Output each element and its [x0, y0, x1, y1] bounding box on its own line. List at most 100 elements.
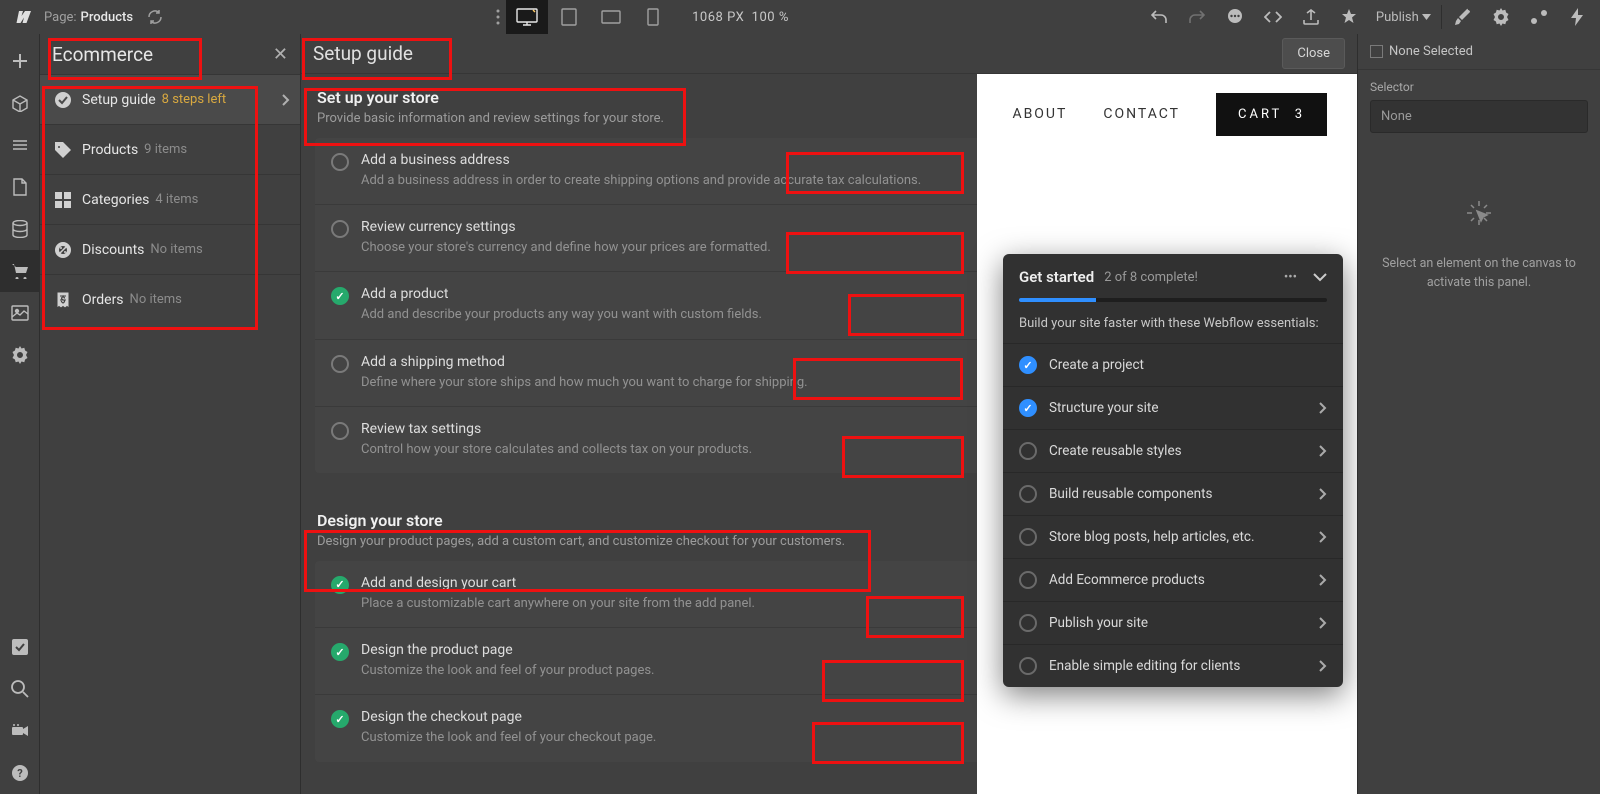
gs-item[interactable]: Create a project	[1003, 343, 1343, 386]
undo-icon[interactable]	[1140, 0, 1178, 34]
gear-icon[interactable]	[1482, 0, 1520, 34]
svg-text:$: $	[60, 295, 65, 306]
canvas-width-display[interactable]: 1068 PX 100 %	[692, 10, 789, 25]
assets-icon[interactable]	[0, 292, 40, 334]
device-toggle-group	[506, 0, 674, 34]
radio-empty-icon	[1019, 571, 1037, 589]
nav-item-orders[interactable]: $ Orders No items	[40, 274, 300, 324]
chevron-right-icon	[282, 94, 290, 106]
comments-icon[interactable]	[1216, 0, 1254, 34]
sync-icon[interactable]	[147, 9, 163, 25]
radio-empty-icon	[1019, 657, 1037, 675]
check-circle-icon	[331, 643, 349, 661]
redo-icon[interactable]	[1178, 0, 1216, 34]
page-label: Page:	[44, 10, 77, 25]
settings-gear-icon[interactable]	[0, 334, 40, 376]
page-name[interactable]: Products	[81, 10, 133, 25]
gs-subtitle: 2 of 8 complete!	[1104, 270, 1274, 285]
radio-empty-icon	[331, 355, 349, 373]
chevron-right-icon	[1319, 660, 1327, 672]
webflow-logo-icon[interactable]	[4, 0, 38, 34]
nav-item-setup-guide[interactable]: Setup guide 8 steps left	[40, 74, 300, 124]
checklist-icon[interactable]	[0, 626, 40, 668]
radio-empty-icon	[331, 422, 349, 440]
selector-label: Selector	[1370, 80, 1588, 94]
ecommerce-panel: Ecommerce ✕ Setup guide 8 steps left Pro…	[40, 34, 301, 794]
chevron-down-icon[interactable]	[1313, 273, 1327, 282]
radio-empty-icon	[1019, 528, 1037, 546]
layers-icon[interactable]	[0, 124, 40, 166]
export-icon[interactable]	[1292, 0, 1330, 34]
gs-item[interactable]: Store blog posts, help articles, etc.	[1003, 515, 1343, 558]
nav-item-categories[interactable]: Categories 4 items	[40, 174, 300, 224]
page-icon[interactable]	[0, 166, 40, 208]
svg-text:?: ?	[17, 767, 23, 780]
check-circle-icon	[52, 91, 74, 109]
mobile-device-icon[interactable]	[632, 0, 674, 34]
chevron-right-icon	[1319, 574, 1327, 586]
nav-about[interactable]: ABOUT	[1012, 106, 1067, 122]
topbar: Page: Products 1068 PX 100 % Publish	[0, 0, 1600, 34]
radio-empty-icon	[1019, 485, 1037, 503]
help-icon[interactable]: ?	[0, 752, 40, 794]
center-column: Setup guide Close Set up your store Prov…	[301, 34, 1357, 794]
radio-empty-icon	[331, 220, 349, 238]
cms-icon[interactable]	[0, 208, 40, 250]
checkbox-icon[interactable]	[1370, 45, 1383, 58]
radio-empty-icon	[1019, 614, 1037, 632]
publish-button[interactable]: Publish	[1368, 10, 1439, 25]
check-circle-icon	[1019, 356, 1037, 374]
nav-item-products[interactable]: Products 9 items	[40, 124, 300, 174]
gs-item[interactable]: Publish your site	[1003, 601, 1343, 644]
gs-item[interactable]: Add Ecommerce products	[1003, 558, 1343, 601]
brush-icon[interactable]	[1444, 0, 1482, 34]
helper-text: Select an element on the canvas to activ…	[1378, 255, 1580, 293]
ecommerce-icon[interactable]	[0, 250, 40, 292]
bolt-icon[interactable]	[1558, 0, 1596, 34]
guide-title: Setup guide	[313, 42, 413, 65]
check-circle-icon	[331, 576, 349, 594]
close-icon[interactable]: ✕	[273, 44, 288, 65]
receipt-icon: $	[52, 291, 74, 309]
nav-contact[interactable]: CONTACT	[1103, 106, 1180, 122]
style-panel: None Selected Selector None Select an el…	[1357, 34, 1600, 794]
gs-item[interactable]: Create reusable styles	[1003, 429, 1343, 472]
gs-item[interactable]: Enable simple editing for clients	[1003, 644, 1343, 687]
selector-dropdown[interactable]: None	[1370, 100, 1588, 133]
check-circle-icon	[1019, 399, 1037, 417]
chevron-right-icon	[1319, 488, 1327, 500]
code-icon[interactable]	[1254, 0, 1292, 34]
tablet-device-icon[interactable]	[548, 0, 590, 34]
cart-button[interactable]: CART 3	[1216, 93, 1327, 136]
cursor-click-icon	[1459, 193, 1499, 233]
tablet-landscape-icon[interactable]	[590, 0, 632, 34]
more-vertical-icon[interactable]	[496, 9, 500, 25]
gs-item[interactable]: Build reusable components	[1003, 472, 1343, 515]
desktop-device-icon[interactable]	[506, 0, 548, 34]
nav-item-discounts[interactable]: Discounts No items	[40, 224, 300, 274]
audit-icon[interactable]	[1330, 0, 1368, 34]
chevron-right-icon	[1319, 617, 1327, 629]
left-icon-rail: ?	[0, 34, 40, 794]
gs-intro: Build your site faster with these Webflo…	[1003, 312, 1343, 343]
interactions-icon[interactable]	[1520, 0, 1558, 34]
check-circle-icon	[331, 287, 349, 305]
grid-icon	[52, 191, 74, 209]
chevron-right-icon	[1319, 445, 1327, 457]
search-icon[interactable]	[0, 668, 40, 710]
box-icon[interactable]	[0, 82, 40, 124]
chevron-right-icon	[1319, 531, 1327, 543]
check-circle-icon	[331, 710, 349, 728]
close-button[interactable]: Close	[1282, 38, 1345, 69]
add-icon[interactable]	[0, 40, 40, 82]
radio-empty-icon	[1019, 442, 1037, 460]
panel-title: Ecommerce	[52, 43, 153, 66]
none-selected-row[interactable]: None Selected	[1370, 44, 1588, 59]
gs-item[interactable]: Structure your site	[1003, 386, 1343, 429]
radio-empty-icon	[331, 153, 349, 171]
percent-icon	[52, 241, 74, 259]
video-icon[interactable]	[0, 710, 40, 752]
tag-icon	[52, 141, 74, 159]
get-started-card: Get started 2 of 8 complete! ••• Build y…	[1003, 254, 1343, 687]
more-horizontal-icon[interactable]: •••	[1284, 270, 1297, 285]
